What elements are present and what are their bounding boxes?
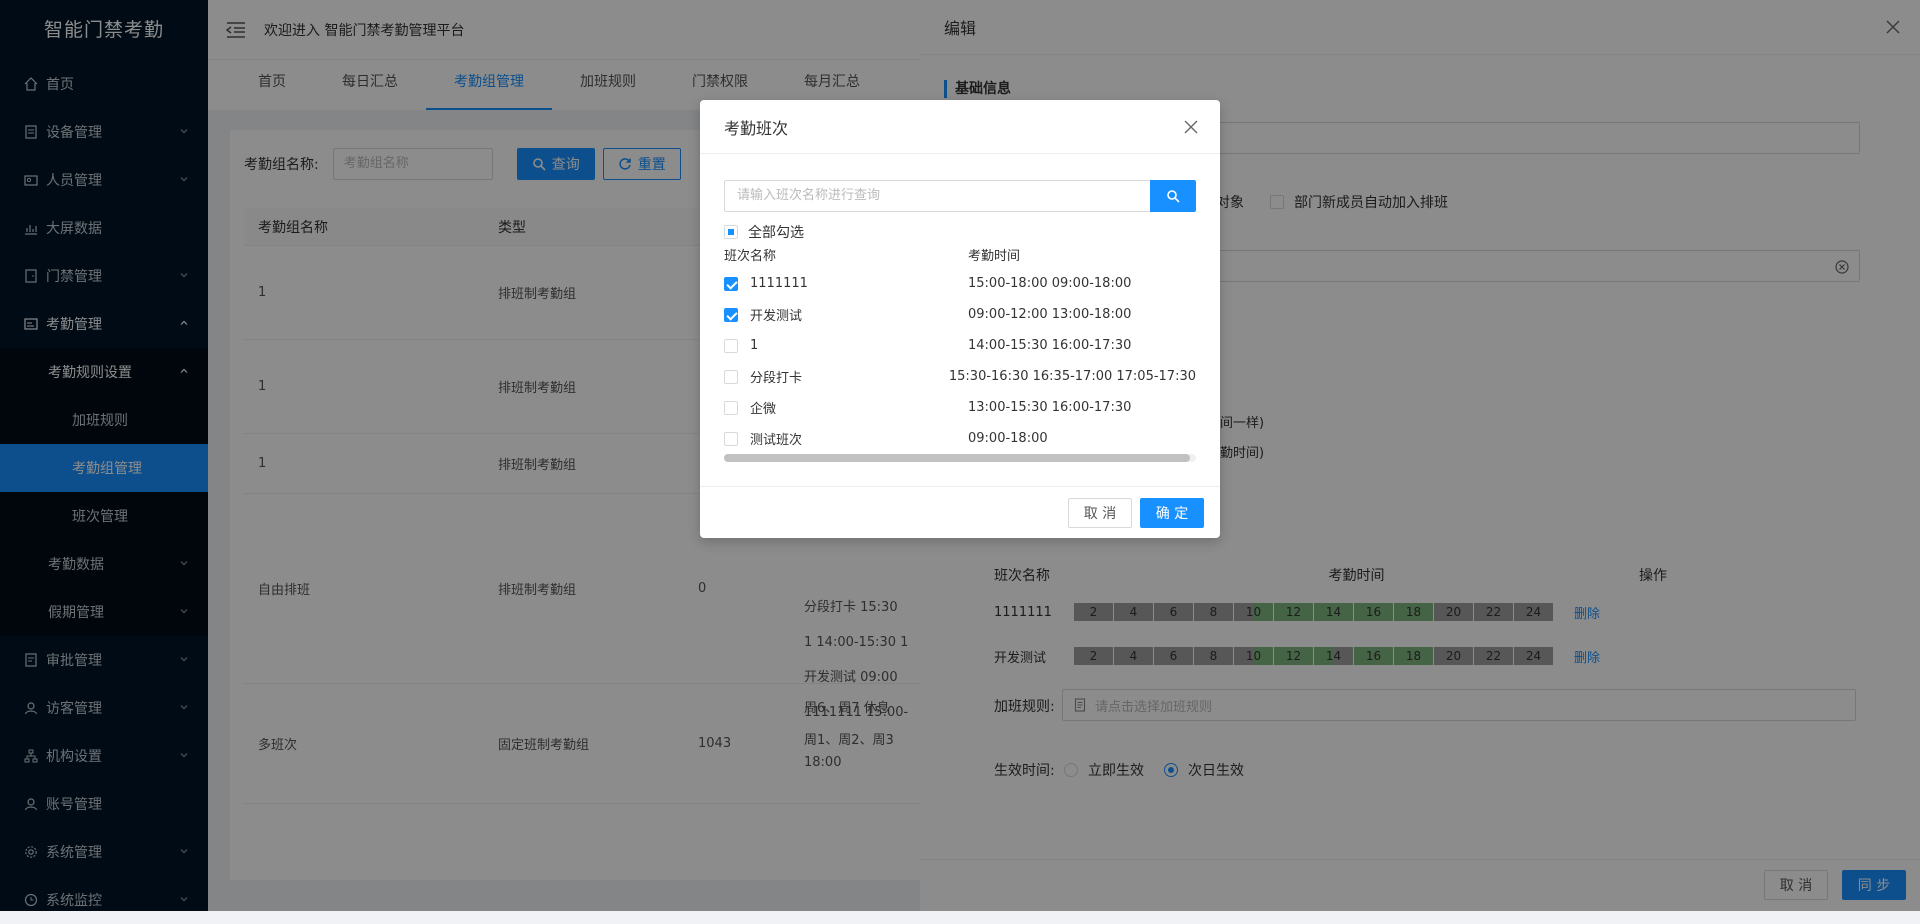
shift-time: 14:00-15:30 16:00-17:30 (968, 338, 1132, 353)
shift-name: 企微 (750, 402, 777, 417)
shift-search: 请输入班次名称进行查询 (724, 180, 1196, 212)
shift-time: 15:00-18:00 09:00-18:00 (968, 276, 1132, 291)
shift-checkbox[interactable] (724, 369, 738, 384)
shift-select-modal: 考勤班次 请输入班次名称进行查询 全部勾选 班次名称 考勤时间 1111111 … (700, 100, 1220, 538)
shift-list-header: 班次名称 考勤时间 (724, 245, 1196, 264)
list-item[interactable]: 开发测试 09:00-12:00 13:00-18:00 (724, 299, 1196, 330)
scrollbar-thumb[interactable] (724, 454, 1190, 462)
list-item[interactable]: 测试班次 09:00-18:00 (724, 423, 1196, 454)
modal-header: 考勤班次 (700, 100, 1220, 154)
select-all-label: 全部勾选 (748, 225, 804, 241)
shift-name: 开发测试 (750, 309, 803, 324)
shift-list: 1111111 15:00-18:00 09:00-18:00 开发测试 09:… (724, 268, 1196, 454)
shift-checkbox[interactable] (724, 431, 738, 446)
shift-checkbox[interactable] (724, 400, 738, 415)
list-item[interactable]: 企微 13:00-15:30 16:00-17:30 (724, 392, 1196, 423)
shift-name: 1 (750, 338, 759, 353)
shift-checkbox[interactable] (724, 307, 738, 322)
shift-name: 分段打卡 (750, 371, 803, 386)
shift-search-button[interactable] (1150, 180, 1196, 212)
list-item[interactable]: 1 14:00-15:30 16:00-17:30 (724, 330, 1196, 361)
horizontal-scrollbar[interactable] (724, 454, 1196, 462)
modal-ok-button[interactable]: 确 定 (1140, 498, 1204, 528)
modal-cancel-button[interactable]: 取 消 (1068, 498, 1132, 528)
select-all-checkbox[interactable] (724, 225, 738, 239)
shift-checkbox[interactable] (724, 338, 738, 353)
list-item[interactable]: 分段打卡 15:30-16:30 16:35-17:00 17:05-17:30 (724, 361, 1196, 392)
shift-name: 测试班次 (750, 433, 803, 448)
close-icon[interactable] (1184, 120, 1198, 134)
col-attendance-time: 考勤时间 (968, 249, 1021, 264)
shift-time: 09:00-12:00 13:00-18:00 (968, 307, 1132, 322)
list-item[interactable]: 1111111 15:00-18:00 09:00-18:00 (724, 268, 1196, 299)
shift-time: 13:00-15:30 16:00-17:30 (968, 400, 1132, 415)
shift-time: 09:00-18:00 (968, 431, 1048, 446)
modal-title: 考勤班次 (724, 118, 789, 138)
shift-name: 1111111 (750, 276, 808, 291)
search-icon (1167, 190, 1180, 203)
modal-footer: 取 消 确 定 (700, 486, 1220, 538)
col-shift-name: 班次名称 (724, 249, 777, 264)
select-all[interactable]: 全部勾选 (724, 222, 804, 242)
shift-time: 15:30-16:30 16:35-17:00 17:05-17:30 (948, 369, 1196, 384)
shift-search-input[interactable]: 请输入班次名称进行查询 (724, 180, 1150, 212)
shift-checkbox[interactable] (724, 276, 738, 291)
